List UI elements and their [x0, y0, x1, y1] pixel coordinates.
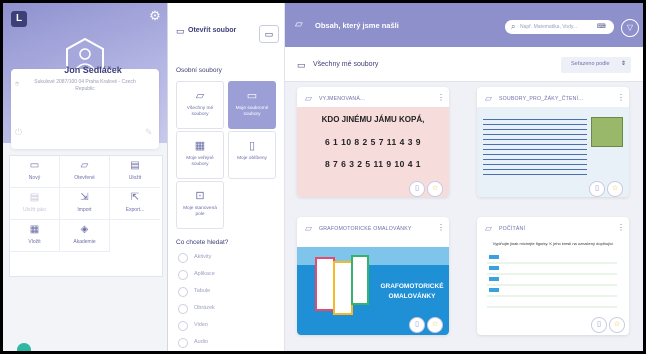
filter-section-title: Co chcete hledat?	[176, 239, 229, 246]
bookmark-icon[interactable]: ▯	[591, 317, 607, 333]
card-header: ▱ SOUBORY_PRO_ŽÁKY_ČTENÍ... ⋮	[485, 93, 625, 103]
menu-import[interactable]: ⇲ Import	[60, 188, 110, 220]
my-fields-button[interactable]: ⊡ Moje stanovená pole	[176, 181, 224, 229]
fields-icon: ⊡	[195, 190, 205, 202]
more-options-icon[interactable]: ⋮	[617, 223, 625, 232]
file-card[interactable]: ▱ SOUBORY_PRO_ŽÁKY_ČTENÍ... ⋮ ▯ ☆	[477, 87, 629, 197]
menu-insert[interactable]: ▦ Vložit	[10, 220, 60, 252]
menu-export[interactable]: ⇱ Export...	[110, 188, 160, 220]
help-badge[interactable]	[17, 343, 31, 351]
file-card[interactable]: ▱ VYJMENOVANÁ... ⋮ KDO JINÉMU JÁMU KOPÁ,…	[297, 87, 449, 197]
personal-files-title: Osobní soubory	[176, 67, 222, 74]
sub-bar: ▭ Všechny mé soubory Seřazeno podle ⇕	[285, 47, 643, 82]
favourite-icon: ▯	[248, 140, 256, 152]
card-header: ▱ VYJMENOVANÁ... ⋮	[305, 93, 445, 103]
profile-card: Jon Sedláček ⌾ Sukulové 2087/100 04 Prah…	[11, 65, 159, 149]
app-logo[interactable]: L	[11, 11, 27, 27]
all-my-files-button[interactable]: ▱ Všechny mé soubory	[176, 81, 224, 129]
file-icon: ▱	[305, 223, 312, 233]
insert-icon: ▦	[29, 224, 40, 235]
menu-academy[interactable]: ◈ Akademie	[60, 220, 110, 252]
content-area: ▱ Obsah, který jsme našli ⌕ Např. Matema…	[285, 3, 643, 351]
public-folder-icon: ▦	[194, 140, 206, 152]
power-icon[interactable]: ⏻	[15, 127, 25, 137]
search-input[interactable]: ⌕ Např. Matematika, Vody... ⌨	[505, 20, 614, 34]
menu-save-as[interactable]: ▤ Uložit jako	[10, 188, 60, 220]
more-options-icon[interactable]: ⋮	[617, 93, 625, 102]
bookmark-icon[interactable]: ▯	[589, 181, 605, 197]
page-title: Obsah, který jsme našli	[315, 21, 399, 30]
card-preview: KDO JINÉMU JÁMU KOPÁ, 6 1 10 8 2 5 7 11 …	[297, 107, 449, 197]
bookmark-icon[interactable]: ▯	[409, 181, 425, 197]
menu-save[interactable]: ▤ Uložit	[110, 156, 160, 188]
edit-icon[interactable]: ✎	[145, 127, 155, 137]
my-private-files-button[interactable]: ▭ Moje soukromé soubory	[228, 81, 276, 129]
my-favourites-button[interactable]: ▯ Moje oblíbeny	[228, 131, 276, 179]
file-card[interactable]: ▱ GRAFOMOTORICKÉ OMALOVÁNKY ⋮ GRAFOMOTOR…	[297, 217, 449, 335]
bookmark-icon[interactable]: ▯	[409, 317, 425, 333]
filter-option[interactable]: Aktivity	[176, 253, 276, 263]
profile-menu-grid: ▭ Nový ▱ Otevřené ▤ Uložit ▤ Uložit jako…	[9, 155, 163, 277]
more-options-icon[interactable]: ⋮	[437, 93, 445, 102]
filter-option[interactable]: Video	[176, 321, 276, 331]
save-icon: ▤	[130, 160, 140, 171]
academy-icon: ◈	[80, 224, 89, 235]
file-nav-panel: ▭ Otevřít soubor ▭ Osobní soubory ▱ Všec…	[168, 3, 285, 351]
file-card[interactable]: ▱ POČÍTÁNÍ ⋮ Vyplňujte jinak míchejte fi…	[477, 217, 629, 335]
save-as-icon: ▤	[29, 192, 40, 203]
folder-icon: ▱	[195, 90, 205, 102]
open-file-button[interactable]: ▭	[259, 25, 279, 43]
private-folder-icon: ▭	[246, 90, 258, 102]
sort-dropdown[interactable]: Seřazeno podle ⇕	[561, 57, 631, 73]
more-options-icon[interactable]: ⋮	[437, 223, 445, 232]
filter-option[interactable]: Audio	[176, 338, 276, 348]
menu-new[interactable]: ▭ Nový	[10, 156, 60, 188]
star-icon[interactable]: ☆	[427, 181, 443, 197]
user-address: Sukulové 2087/100 04 Praha Kralové - Cze…	[34, 79, 136, 92]
location-pin-icon: ⌾	[15, 81, 20, 88]
open-file-label: Otevřít soubor	[188, 27, 237, 34]
card-preview: ▯ ☆	[477, 107, 629, 197]
card-header: ▱ GRAFOMOTORICKÉ OMALOVÁNKY ⋮	[305, 223, 445, 233]
file-icon: ▱	[305, 93, 312, 103]
card-header: ▱ POČÍTÁNÍ ⋮	[485, 223, 625, 233]
search-icon: ⌕	[511, 22, 516, 31]
gear-icon[interactable]: ⚙	[148, 9, 162, 23]
card-preview: Vyplňujte jinak míchejte figurky. K jeho…	[477, 239, 629, 335]
star-icon[interactable]: ☆	[607, 181, 623, 197]
keyboard-icon[interactable]: ⌨	[597, 23, 606, 30]
file-icon: ▱	[485, 223, 492, 233]
sort-arrow-icon: ⇕	[621, 61, 627, 67]
menu-open[interactable]: ▱ Otevřené	[60, 156, 110, 188]
star-icon[interactable]: ☆	[609, 317, 625, 333]
my-public-files-button[interactable]: ▦ Moje veřejné soubory	[176, 131, 224, 179]
filter-option[interactable]: Tabule	[176, 287, 276, 297]
new-icon: ▭	[29, 160, 40, 171]
export-icon: ⇱	[130, 192, 140, 203]
folder-icon: ▭	[297, 60, 306, 70]
filter-option[interactable]: Aplikace	[176, 270, 276, 280]
file-icon: ▱	[485, 93, 492, 103]
top-bar: ▱ Obsah, který jsme našli ⌕ Např. Matema…	[285, 3, 643, 47]
filter-option[interactable]: Obrázek	[176, 304, 276, 314]
filter-icon[interactable]: ▽	[621, 19, 639, 37]
folder-icon: ▱	[295, 19, 303, 30]
user-name: Jon Sedláček	[64, 65, 122, 75]
import-icon: ⇲	[80, 192, 89, 203]
card-preview: GRAFOMOTORICKÉ OMALOVÁNKY ▯ ☆	[297, 247, 449, 335]
current-folder-label: Všechny mé soubory	[313, 61, 379, 68]
star-icon[interactable]: ☆	[427, 317, 443, 333]
open-folder-icon: ▭	[176, 26, 185, 36]
folder-icon: ▱	[80, 160, 89, 171]
profile-panel: L ⚙ Jon Sedláček ⌾ Sukulové 2087/100 04 …	[3, 3, 168, 351]
app-window: L ⚙ Jon Sedláček ⌾ Sukulové 2087/100 04 …	[3, 3, 643, 351]
